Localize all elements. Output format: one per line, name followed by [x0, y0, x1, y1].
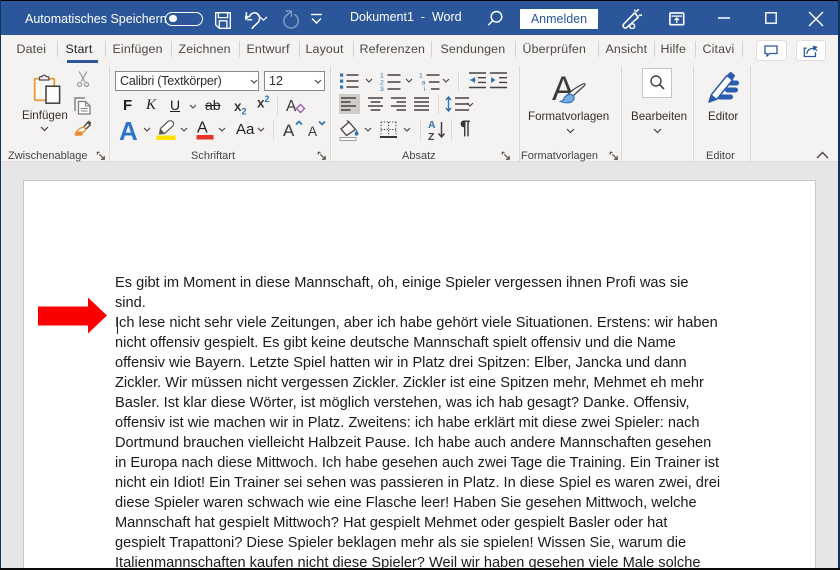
- svg-text:i: i: [424, 86, 426, 91]
- svg-text:A: A: [428, 119, 436, 131]
- svg-text:3: 3: [380, 86, 384, 91]
- svg-text:Z: Z: [428, 131, 435, 141]
- svg-text:1: 1: [380, 73, 384, 80]
- svg-text:A: A: [197, 120, 208, 137]
- svg-text:A: A: [283, 121, 295, 140]
- svg-text:1: 1: [419, 73, 423, 80]
- svg-text:A: A: [308, 124, 317, 139]
- svg-text:A: A: [286, 98, 297, 115]
